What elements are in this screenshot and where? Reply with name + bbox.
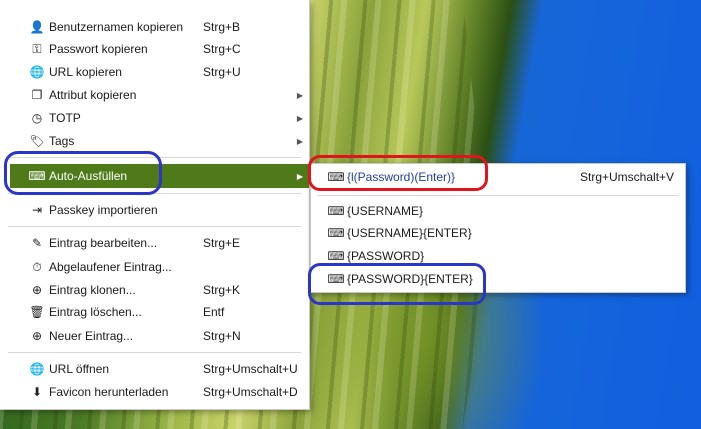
- menu-item-shortcut: Strg+Umschalt+D: [203, 385, 298, 399]
- menu-item-label: Auto-Ausfüllen: [49, 169, 128, 183]
- menu-item-shortcut: Strg+N: [203, 329, 241, 343]
- menu-item-shortcut: Strg+C: [203, 42, 241, 56]
- menu-item-label: Tags: [49, 134, 75, 148]
- trash-icon: 🗑: [29, 305, 45, 319]
- sequence-shortcut: Strg+Umschalt+V: [580, 170, 675, 184]
- key-icon: ⚿: [32, 42, 42, 56]
- menu-item-label: TOTP: [49, 111, 81, 125]
- copy-icon: ❐: [31, 88, 43, 102]
- keyboard-icon: ⌨: [327, 204, 345, 218]
- clock-icon: ◷: [31, 111, 43, 125]
- menu-item-label: Benutzernamen kopieren: [49, 20, 184, 34]
- submenu-arrow-icon: ▶: [296, 90, 303, 100]
- auto-type-sequence-default[interactable]: ⌨ {l(Password)(Enter)} Strg+Umschalt+V: [311, 166, 685, 188]
- menu-item-label: Attribut kopieren: [49, 88, 137, 102]
- sequence-label: {PASSWORD}: [347, 249, 425, 263]
- menu-item-shortcut: Strg+E: [203, 236, 241, 250]
- sequence-label: {l(Password)(Enter)}: [347, 170, 456, 184]
- auto-type-sequence-username[interactable]: ⌨ {USERNAME}: [311, 200, 685, 222]
- edit-icon: ✎: [31, 236, 43, 250]
- menu-item-shortcut: Strg+B: [203, 20, 241, 34]
- menu-item-label: Eintrag bearbeiten...: [49, 236, 158, 250]
- menu-item-copy-password[interactable]: ⚿ Passwort kopieren Strg+C: [0, 38, 309, 60]
- menu-item-tags[interactable]: 🏷 Tags ▶: [0, 130, 309, 152]
- menu-separator: [8, 352, 301, 353]
- keyboard-icon: ⌨: [327, 170, 345, 184]
- auto-type-sequence-password[interactable]: ⌨ {PASSWORD}: [311, 245, 685, 267]
- keyboard-icon: ⌨: [327, 249, 345, 263]
- sequence-label: {USERNAME}{ENTER}: [347, 226, 472, 240]
- add-icon: ⊕: [31, 329, 43, 343]
- import-icon: ⇥: [31, 203, 43, 217]
- menu-separator: [8, 226, 301, 227]
- menu-item-label: Favicon herunterladen: [49, 385, 169, 399]
- menu-item-label: Eintrag löschen...: [49, 305, 142, 319]
- tag-icon: 🏷: [29, 134, 45, 148]
- user-copy-icon: 👤: [29, 20, 45, 34]
- menu-item-shortcut: Strg+U: [203, 65, 241, 79]
- menu-item-new-entry[interactable]: ⊕ Neuer Eintrag... Strg+N: [0, 325, 309, 347]
- menu-item-clone-entry[interactable]: ⊕ Eintrag klonen... Strg+K: [0, 279, 309, 301]
- download-icon: ⬇: [31, 385, 43, 399]
- menu-item-auto-type[interactable]: ⌨ Auto-Ausfüllen ▶: [10, 164, 309, 188]
- keyboard-icon: ⌨: [327, 272, 345, 286]
- menu-item-label: Passkey importieren: [49, 203, 158, 217]
- menu-item-import-passkey[interactable]: ⇥ Passkey importieren: [0, 199, 309, 221]
- globe-icon: 🌐: [29, 65, 45, 79]
- sequence-label: {USERNAME}: [347, 204, 424, 218]
- menu-separator: [8, 157, 301, 158]
- auto-type-sequence-password-enter[interactable]: ⌨ {PASSWORD}{ENTER}: [311, 268, 685, 290]
- menu-item-expired-entry[interactable]: ⏱ Abgelaufener Eintrag...: [0, 256, 309, 278]
- submenu-arrow-icon: ▶: [296, 113, 303, 123]
- menu-item-totp[interactable]: ◷ TOTP ▶: [0, 107, 309, 129]
- menu-item-copy-url[interactable]: 🌐 URL kopieren Strg+U: [0, 61, 309, 83]
- sequence-label: {PASSWORD}{ENTER}: [347, 272, 473, 286]
- menu-item-copy-username[interactable]: 👤 Benutzernamen kopieren Strg+B: [0, 16, 309, 38]
- menu-item-label: Passwort kopieren: [49, 42, 148, 56]
- menu-item-edit-entry[interactable]: ✎ Eintrag bearbeiten... Strg+E: [0, 232, 309, 254]
- menu-item-label: URL kopieren: [49, 65, 122, 79]
- submenu-arrow-icon: ▶: [296, 171, 303, 181]
- globe-open-icon: 🌐: [29, 362, 45, 376]
- menu-item-label: Abgelaufener Eintrag...: [49, 260, 172, 274]
- auto-type-submenu: ⌨ {l(Password)(Enter)} Strg+Umschalt+V ⌨…: [310, 163, 686, 293]
- menu-item-label: Neuer Eintrag...: [49, 329, 134, 343]
- menu-item-copy-attribute[interactable]: ❐ Attribut kopieren ▶: [0, 84, 309, 106]
- timer-icon: ⏱: [32, 260, 42, 274]
- keyboard-icon: ⌨: [28, 169, 46, 183]
- keyboard-icon: ⌨: [327, 226, 345, 240]
- menu-item-shortcut: Strg+Umschalt+U: [203, 362, 298, 376]
- menu-item-open-url[interactable]: 🌐 URL öffnen Strg+Umschalt+U: [0, 358, 309, 380]
- menu-item-delete-entry[interactable]: 🗑 Eintrag löschen... Entf: [0, 301, 309, 323]
- menu-separator: [317, 195, 679, 196]
- menu-item-download-favicon[interactable]: ⬇ Favicon herunterladen Strg+Umschalt+D: [0, 381, 309, 403]
- auto-type-sequence-username-enter[interactable]: ⌨ {USERNAME}{ENTER}: [311, 222, 685, 244]
- menu-item-shortcut: Strg+K: [203, 283, 241, 297]
- clone-icon: ⊕: [31, 283, 43, 297]
- menu-item-label: URL öffnen: [49, 362, 110, 376]
- submenu-arrow-icon: ▶: [296, 136, 303, 146]
- menu-item-label: Eintrag klonen...: [49, 283, 136, 297]
- menu-item-shortcut: Entf: [203, 305, 225, 319]
- entry-context-menu: 👤 Benutzernamen kopieren Strg+B ⚿ Passwo…: [0, 0, 310, 410]
- menu-separator: [8, 193, 301, 194]
